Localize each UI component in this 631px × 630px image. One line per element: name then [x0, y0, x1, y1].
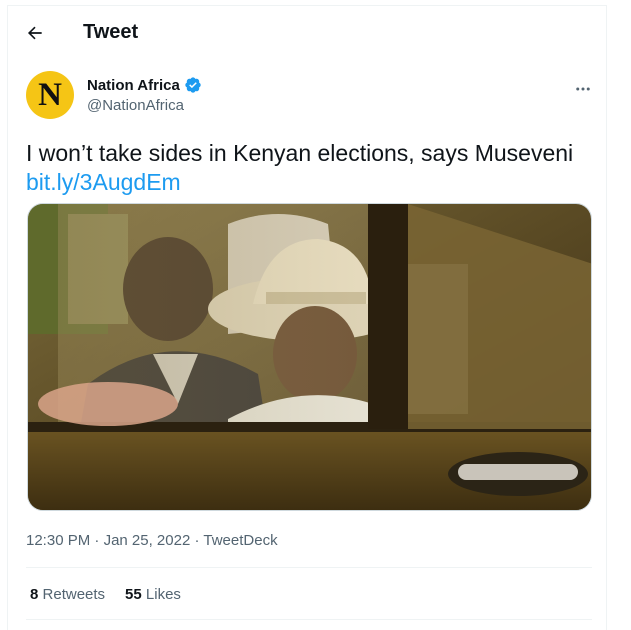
more-horizontal-icon [576, 87, 590, 91]
divider [26, 567, 592, 568]
meta-separator: · [90, 532, 104, 549]
retweets-count: 8 [30, 586, 39, 603]
tweet-meta: 12:30 PM · Jan 25, 2022 · TweetDeck [26, 532, 278, 549]
page-title: Tweet [83, 21, 139, 43]
tweet-link[interactable]: bit.ly/3AugdEm [26, 169, 181, 195]
tweet-text: I won’t take sides in Kenyan elections, … [26, 139, 596, 197]
tweet-body: I won’t take sides in Kenyan elections, … [26, 140, 574, 166]
likes-stat[interactable]: 55 Likes [125, 586, 181, 603]
more-options-button[interactable] [566, 72, 600, 106]
divider [26, 619, 592, 620]
verified-badge-icon [185, 77, 201, 93]
back-button[interactable] [20, 18, 50, 48]
author-handle[interactable]: @NationAfrica [87, 97, 184, 114]
tweet-source[interactable]: TweetDeck [203, 532, 277, 549]
tweet-date[interactable]: Jan 25, 2022 [104, 532, 191, 549]
engagement-stats: 8 Retweets 55 Likes [30, 586, 181, 603]
page-header: Tweet [8, 6, 606, 58]
tweet-detail-panel: Tweet N Nation Africa @NationAfrica I wo… [7, 5, 607, 630]
tweet-time[interactable]: 12:30 PM [26, 532, 90, 549]
arrow-left-icon [27, 26, 42, 40]
likes-count: 55 [125, 586, 142, 603]
retweets-label: Retweets [42, 586, 106, 603]
avatar[interactable]: N [26, 71, 74, 119]
meta-separator: · [190, 532, 204, 549]
author-name-link[interactable]: Nation Africa [87, 76, 202, 94]
author-name: Nation Africa [87, 76, 180, 94]
photo-car-window [28, 204, 591, 510]
likes-label: Likes [145, 586, 181, 603]
retweets-stat[interactable]: 8 Retweets [30, 586, 105, 603]
tweet-photo[interactable] [27, 203, 592, 511]
